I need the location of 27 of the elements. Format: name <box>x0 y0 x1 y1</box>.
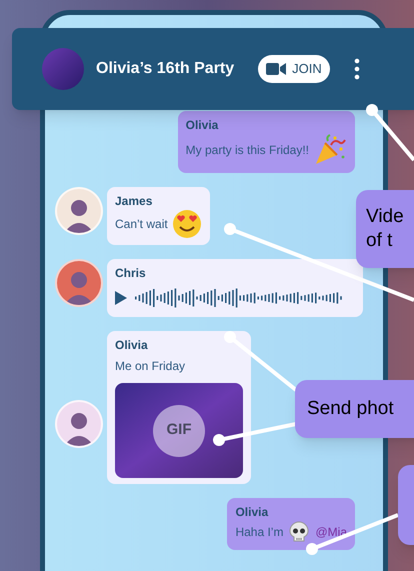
party-popper-icon <box>313 133 347 167</box>
heart-eyes-face-icon <box>172 209 202 239</box>
message-text: Haha I’m <box>235 524 284 541</box>
message-text: My party is this Friday!! <box>186 142 309 159</box>
avatar <box>55 259 103 307</box>
callout-text: Vide <box>366 205 404 229</box>
avatar <box>55 187 103 235</box>
more-options-icon[interactable] <box>354 58 360 80</box>
skull-icon <box>287 520 312 544</box>
message-text: Can’t wait <box>115 216 168 233</box>
sender-name: Olivia <box>186 117 220 133</box>
chat-title: Olivia’s 16th Party <box>96 59 234 79</box>
sender-name: James <box>115 193 154 209</box>
join-button[interactable]: JOIN <box>258 55 330 83</box>
group-avatar <box>42 48 84 90</box>
sender-name: Chris <box>115 265 147 281</box>
callout-text: Send phot <box>307 397 394 421</box>
callout-text: of t <box>366 229 392 253</box>
play-icon[interactable] <box>115 291 127 305</box>
avatar <box>55 400 103 448</box>
leader-line <box>366 104 414 162</box>
sender-name: Olivia <box>115 337 149 353</box>
gif-badge: GIF <box>153 404 205 456</box>
video-camera-icon <box>266 62 286 76</box>
message-text: Me on Friday <box>115 358 186 375</box>
sender-name: Olivia <box>235 504 270 520</box>
gif-image[interactable]: GIF <box>115 383 243 478</box>
